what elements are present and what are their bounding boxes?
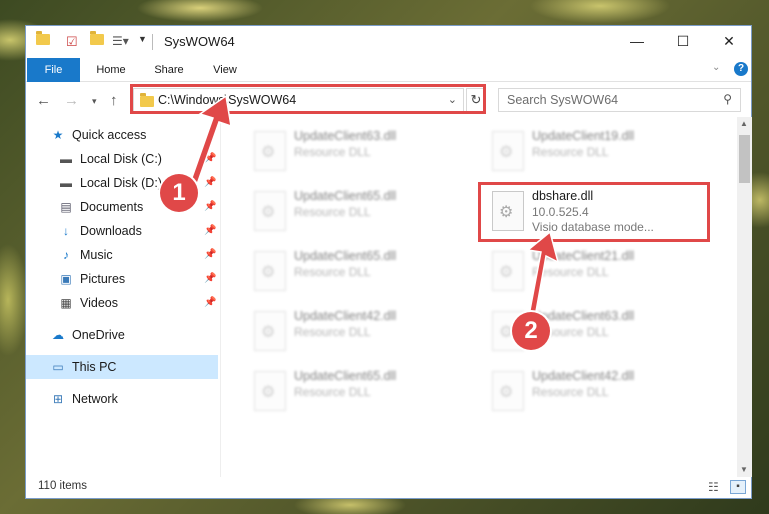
- step-2-badge: 2: [512, 312, 550, 350]
- arrow-1: [188, 94, 232, 192]
- step-1-badge: 1: [160, 174, 198, 212]
- annotation-arrows: [188, 94, 560, 329]
